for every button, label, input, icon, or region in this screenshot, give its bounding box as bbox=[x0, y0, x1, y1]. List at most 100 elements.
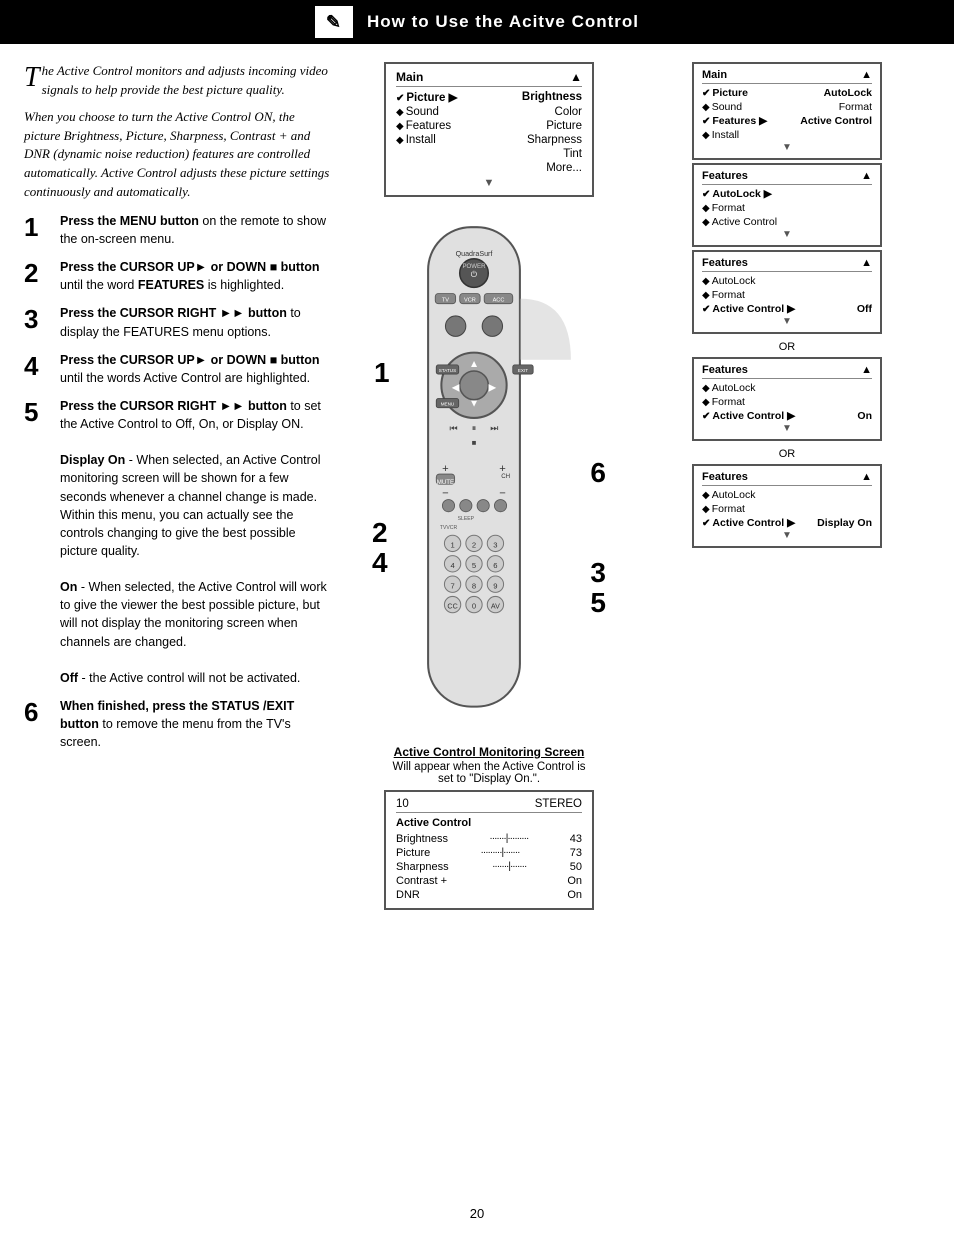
monitoring-header: 10 STEREO bbox=[396, 798, 582, 813]
right-menu-2-down: ▼ bbox=[702, 229, 872, 240]
monitoring-section: Active Control Monitoring Screen Will ap… bbox=[384, 745, 594, 910]
header-icon: ✎ bbox=[315, 6, 353, 38]
header-title: How to Use the Acitve Control bbox=[367, 12, 639, 32]
monitoring-channel: 10 bbox=[396, 798, 409, 810]
svg-text:3: 3 bbox=[493, 540, 497, 549]
menu-row-sound: ◆SoundColor bbox=[396, 105, 582, 119]
intro-para1: he Active Control monitors and adjusts i… bbox=[42, 63, 328, 97]
or-label-1: OR bbox=[779, 341, 796, 353]
step-1-number: 1 bbox=[24, 214, 52, 240]
right-menu-5: Features▲ ◆AutoLock ◆Format ✔Active Cont… bbox=[692, 464, 882, 548]
monitoring-box: 10 STEREO Active Control Brightness ····… bbox=[384, 790, 594, 910]
svg-text:5: 5 bbox=[472, 561, 476, 570]
step-2: 2 Press the CURSOR UP► or DOWN ■ button … bbox=[24, 258, 334, 294]
svg-text:9: 9 bbox=[493, 581, 497, 590]
intro-para2: When you choose to turn the Active Contr… bbox=[24, 108, 334, 202]
svg-text:2: 2 bbox=[472, 540, 476, 549]
remote-control: 1 2 4 6 3 5 QuadraSurf ⏻ POWER TV bbox=[354, 217, 624, 737]
remote-step-label-35b: 5 bbox=[590, 587, 606, 619]
step-4-text: Press the CURSOR UP► or DOWN ■ button un… bbox=[60, 351, 334, 387]
svg-text:▲: ▲ bbox=[469, 359, 479, 370]
right-column: Main▲ ✔PictureAutoLock ◆SoundFormat ✔Fea… bbox=[644, 62, 930, 1192]
monitoring-section-title: Active Control bbox=[396, 817, 582, 829]
svg-text:0: 0 bbox=[472, 602, 476, 611]
svg-text:▼: ▼ bbox=[469, 399, 479, 410]
svg-text:+: + bbox=[442, 463, 449, 475]
right-menu-1: Main▲ ✔PictureAutoLock ◆SoundFormat ✔Fea… bbox=[692, 62, 882, 160]
svg-text:AV: AV bbox=[491, 603, 500, 611]
menu-row-more: More... bbox=[396, 161, 582, 175]
step-1: 1 Press the MENU button on the remote to… bbox=[24, 212, 334, 248]
svg-text:6: 6 bbox=[493, 561, 497, 570]
monitoring-row-dnr: DNR On bbox=[396, 888, 582, 902]
right-menu-4: Features▲ ◆AutoLock ◆Format ✔Active Cont… bbox=[692, 357, 882, 441]
svg-text:4: 4 bbox=[450, 561, 455, 570]
svg-text:MUTE: MUTE bbox=[437, 479, 454, 486]
monitoring-screen-sub: Will appear when the Active Control is s… bbox=[384, 761, 594, 785]
svg-text:VCR: VCR bbox=[464, 298, 476, 304]
right-menu-2: Features▲ ✔AutoLock ▶ ◆Format ◆Active Co… bbox=[692, 163, 882, 247]
right-menu-3-title: Features▲ bbox=[702, 257, 872, 272]
step-6-number: 6 bbox=[24, 699, 52, 725]
right-menu-3-row-format: ◆Format bbox=[702, 288, 872, 302]
svg-text:◀: ◀ bbox=[452, 382, 460, 393]
step-3-number: 3 bbox=[24, 306, 52, 332]
right-menu-1-row-sound: ◆SoundFormat bbox=[702, 100, 872, 114]
right-menu-2-row-autolock: ✔AutoLock ▶ bbox=[702, 187, 872, 201]
remote-step-label-35a: 3 bbox=[590, 557, 606, 589]
right-menu-2-title: Features▲ bbox=[702, 170, 872, 185]
right-menu-4-title: Features▲ bbox=[702, 364, 872, 379]
right-menu-3-row-autolock: ◆AutoLock bbox=[702, 274, 872, 288]
right-menu-3-row-activecontrol: ✔Active Control ▶Off bbox=[702, 302, 872, 316]
right-menu-3-down: ▼ bbox=[702, 316, 872, 327]
monitoring-stereo: STEREO bbox=[535, 798, 582, 810]
right-menu-1-down: ▼ bbox=[702, 142, 872, 153]
step-4-number: 4 bbox=[24, 353, 52, 379]
right-menu-1-row-install: ◆Install bbox=[702, 128, 872, 142]
menu-row-install: ◆InstallSharpness bbox=[396, 133, 582, 147]
right-menu-5-row-format: ◆Format bbox=[702, 502, 872, 516]
menu-row-tint: Tint bbox=[396, 147, 582, 161]
svg-text:STATUS: STATUS bbox=[439, 368, 456, 373]
svg-text:EXIT: EXIT bbox=[518, 368, 528, 373]
svg-text:CH: CH bbox=[501, 473, 510, 480]
page-number: 20 bbox=[24, 1206, 930, 1221]
svg-text:MENU: MENU bbox=[441, 402, 454, 407]
right-menu-5-row-autolock: ◆AutoLock bbox=[702, 488, 872, 502]
right-menu-1-title: Main▲ bbox=[702, 69, 872, 84]
middle-column: Main▲ ✔Picture ▶Brightness ◆SoundColor ◆… bbox=[344, 62, 634, 1192]
step-3: 3 Press the CURSOR RIGHT ►► button to di… bbox=[24, 304, 334, 340]
intro-text: The Active Control monitors and adjusts … bbox=[24, 62, 334, 202]
drop-cap: T bbox=[24, 64, 40, 92]
page-header: ✎ How to Use the Acitve Control bbox=[0, 0, 954, 44]
right-menu-1-row-features: ✔Features ▶Active Control bbox=[702, 114, 872, 128]
svg-text:TVVCR: TVVCR bbox=[440, 525, 458, 531]
remote-step-label-24a: 2 bbox=[372, 517, 388, 549]
step-2-number: 2 bbox=[24, 260, 52, 286]
step-4: 4 Press the CURSOR UP► or DOWN ■ button … bbox=[24, 351, 334, 387]
svg-text:8: 8 bbox=[472, 581, 476, 590]
left-column: The Active Control monitors and adjusts … bbox=[24, 62, 334, 1192]
step-5: 5 Press the CURSOR RIGHT ►► button to se… bbox=[24, 397, 334, 687]
top-menu-title: Main▲ bbox=[396, 70, 582, 87]
svg-text:POWER: POWER bbox=[462, 263, 486, 270]
svg-text:⏸: ⏸ bbox=[472, 423, 477, 433]
right-menu-2-row-format: ◆Format bbox=[702, 201, 872, 215]
remote-step-label-1: 1 bbox=[374, 357, 390, 389]
menu-row-features: ◆FeaturesPicture bbox=[396, 119, 582, 133]
svg-text:⏻: ⏻ bbox=[471, 270, 478, 279]
menu-row-picture: ✔Picture ▶Brightness bbox=[396, 89, 582, 105]
remote-svg: QuadraSurf ⏻ POWER TV VCR ACC bbox=[354, 217, 594, 727]
top-menu-down-arrow: ▼ bbox=[396, 177, 582, 189]
svg-text:QuadraSurf: QuadraSurf bbox=[456, 250, 493, 258]
svg-text:SLEEP: SLEEP bbox=[458, 516, 475, 522]
svg-text:−: − bbox=[499, 487, 506, 499]
right-menu-4-row-activecontrol: ✔Active Control ▶On bbox=[702, 409, 872, 423]
svg-text:ACC: ACC bbox=[493, 298, 505, 304]
remote-step-label-6: 6 bbox=[590, 457, 606, 489]
svg-text:⏹: ⏹ bbox=[472, 437, 477, 447]
step-5-text: Press the CURSOR RIGHT ►► button to set … bbox=[60, 397, 334, 687]
svg-text:−: − bbox=[442, 487, 449, 499]
svg-text:▶: ▶ bbox=[488, 382, 496, 393]
monitoring-row-sharpness: Sharpness ·······|······· 50 bbox=[396, 860, 582, 874]
